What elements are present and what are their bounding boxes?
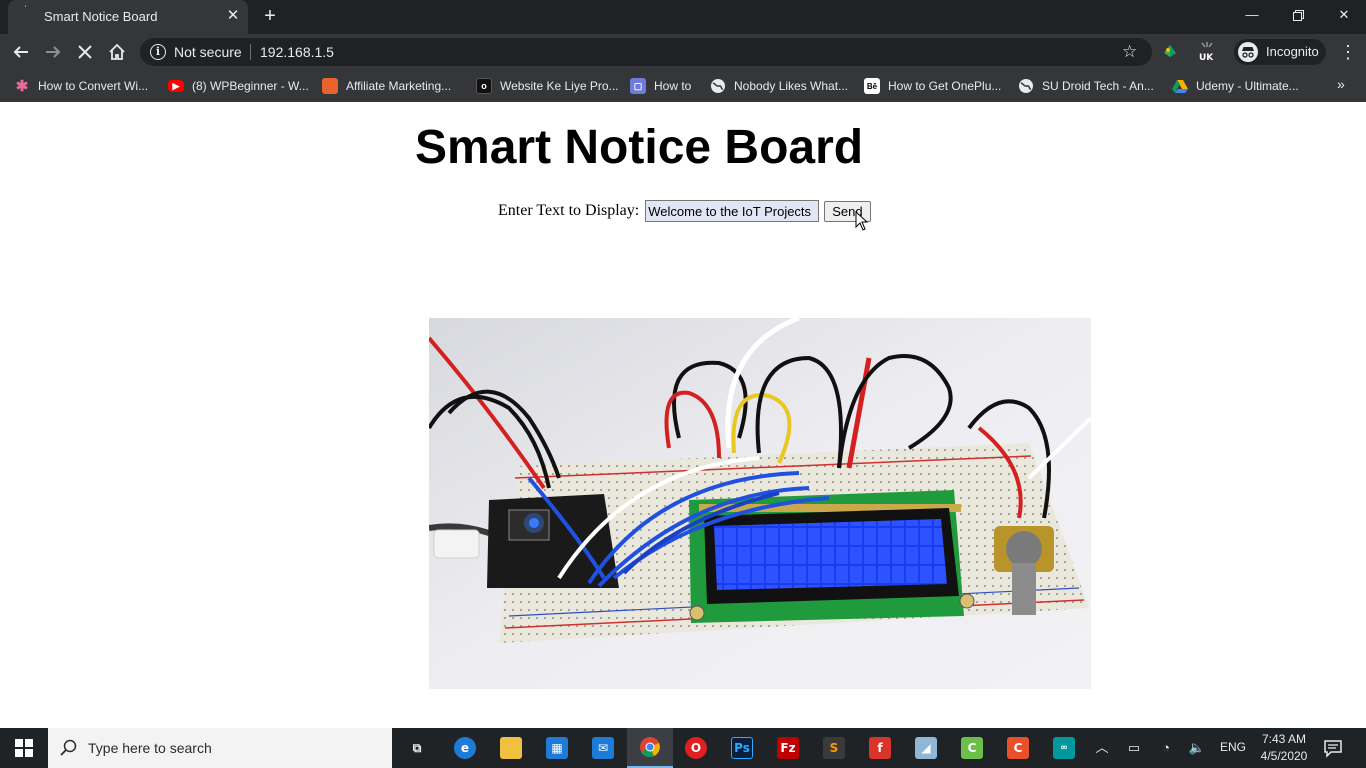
bookmark-item[interactable]: Affiliate Marketing... <box>322 76 451 96</box>
bookmark-label: How to <box>654 79 692 93</box>
site-icon: o <box>476 78 492 94</box>
incognito-profile-button[interactable]: Incognito <box>1234 39 1326 65</box>
bookmark-item[interactable]: Udemy - Ultimate... <box>1172 76 1299 96</box>
volume-icon[interactable]: 🔈 <box>1187 738 1207 758</box>
page-title: Smart Notice Board <box>415 121 864 174</box>
task-view-icon[interactable]: ⧉ <box>394 728 440 768</box>
input-label: Enter Text to Display: <box>498 202 640 219</box>
close-window-button[interactable]: ✕ <box>1321 0 1366 30</box>
bookmark-label: Website Ke Liye Pro... <box>500 79 619 93</box>
bookmark-item[interactable]: ✱ How to Convert Wi... <box>14 76 148 96</box>
web-page: Smart Notice Board Enter Text to Display… <box>0 102 1366 728</box>
show-hidden-icons-icon[interactable]: ︿ <box>1092 738 1112 758</box>
restore-button[interactable] <box>1275 0 1321 30</box>
edge-icon[interactable]: e <box>442 728 488 768</box>
bookmark-star-icon[interactable]: ☆ <box>1122 42 1137 62</box>
close-tab-icon[interactable]: ✕ <box>224 7 242 25</box>
info-icon[interactable]: i <box>150 44 166 60</box>
browser-tab[interactable]: ˈ Smart Notice Board ✕ <box>8 0 248 34</box>
browser-toolbar: i Not secure 192.168.1.5 ☆ UK Incognito … <box>0 34 1366 70</box>
bookmark-item[interactable]: Bē How to Get OnePlu... <box>864 76 1001 96</box>
tab-title: Smart Notice Board <box>44 9 158 24</box>
bookmark-item[interactable]: ▢ How to <box>630 76 691 96</box>
home-button[interactable] <box>104 39 130 65</box>
bookmark-label: (8) WPBeginner - W... <box>192 79 309 93</box>
file-explorer-icon[interactable] <box>488 728 534 768</box>
taskbar-search[interactable]: Type here to search <box>48 728 392 768</box>
photoshop-icon[interactable]: Ps <box>719 728 765 768</box>
star-icon: ✱ <box>15 78 29 95</box>
bookmark-label: SU Droid Tech - An... <box>1042 79 1154 93</box>
language-indicator[interactable]: ENG <box>1220 740 1246 754</box>
forward-button[interactable] <box>40 39 66 65</box>
new-tab-button[interactable]: + <box>259 5 281 27</box>
url-text[interactable]: 192.168.1.5 <box>260 44 334 60</box>
sublime-icon[interactable]: S <box>811 728 857 768</box>
minimize-button[interactable]: — <box>1229 0 1275 30</box>
globe-icon <box>1018 78 1034 94</box>
search-icon <box>60 739 77 756</box>
incognito-icon <box>1238 42 1258 62</box>
clock-date: 4/5/2020 <box>1260 749 1308 763</box>
camtasia-red-icon[interactable]: C <box>995 728 1041 768</box>
battery-icon[interactable]: ▭ <box>1124 738 1144 758</box>
chrome-icon[interactable] <box>627 728 673 768</box>
drive-icon <box>1172 78 1188 94</box>
project-photo <box>429 318 1091 689</box>
store-icon[interactable]: ▦ <box>534 728 580 768</box>
paint-icon[interactable]: ◢ <box>903 728 949 768</box>
camtasia-icon[interactable]: C <box>949 728 995 768</box>
browser-menu-icon[interactable]: ⋮ <box>1336 40 1360 64</box>
tab-strip: ˈ Smart Notice Board ✕ + — ✕ <box>0 0 1366 34</box>
bookmark-label: How to Get OnePlu... <box>888 79 1002 93</box>
foxit-icon[interactable]: f <box>857 728 903 768</box>
windows-taskbar: Type here to search ⧉ e ▦ ✉ O Ps Fz S f … <box>0 728 1366 768</box>
bookmarks-bar: ✱ How to Convert Wi... ▶ (8) WPBeginner … <box>0 70 1366 102</box>
bookmark-label: Affiliate Marketing... <box>346 79 452 93</box>
youtube-icon: ▶ <box>168 80 184 92</box>
wifi-icon[interactable]: ◔ <box>1156 738 1176 758</box>
svg-text:UK: UK <box>1199 53 1214 63</box>
site-icon <box>322 78 338 94</box>
filezilla-icon[interactable]: Fz <box>765 728 811 768</box>
display-text-input[interactable] <box>645 200 820 222</box>
display-text-form: Enter Text to Display: Send <box>498 200 871 222</box>
omnibox-divider <box>250 44 251 60</box>
bookmark-item[interactable]: Nobody Likes What... <box>710 76 848 96</box>
profile-label: Incognito <box>1266 44 1319 59</box>
start-button[interactable] <box>0 728 48 768</box>
windows-logo-icon <box>15 739 33 757</box>
stop-loading-button[interactable] <box>72 39 98 65</box>
clock[interactable]: 7:43 AM 4/5/2020 <box>1256 731 1312 765</box>
bookmark-item[interactable]: SU Droid Tech - An... <box>1018 76 1154 96</box>
arduino-icon[interactable]: ∞ <box>1041 728 1087 768</box>
search-placeholder: Type here to search <box>88 740 212 756</box>
mouse-cursor-icon <box>855 211 869 231</box>
mail-icon[interactable]: ✉ <box>580 728 626 768</box>
globe-icon <box>710 78 726 94</box>
more-bookmarks-icon[interactable]: » <box>1337 76 1345 92</box>
security-status[interactable]: Not secure <box>174 44 242 60</box>
opera-icon[interactable]: O <box>673 728 719 768</box>
loading-favicon-icon: ˈ <box>24 5 28 16</box>
bookmark-item[interactable]: o Website Ke Liye Pro... <box>476 76 619 96</box>
vpn-uk-icon[interactable]: UK <box>1196 41 1218 63</box>
bookmark-item[interactable]: ▶ (8) WPBeginner - W... <box>168 76 309 96</box>
notifications-icon[interactable] <box>1322 737 1344 759</box>
bookmark-label: Nobody Likes What... <box>734 79 849 93</box>
bookmark-label: How to Convert Wi... <box>38 79 149 93</box>
bookmark-label: Udemy - Ultimate... <box>1196 79 1299 93</box>
clock-time: 7:43 AM <box>1261 732 1307 746</box>
address-bar[interactable]: i Not secure 192.168.1.5 ☆ <box>140 38 1152 66</box>
twitch-icon: ▢ <box>630 78 646 94</box>
extension-icon[interactable] <box>1160 41 1182 63</box>
behance-icon: Bē <box>864 78 880 94</box>
back-button[interactable] <box>8 39 34 65</box>
